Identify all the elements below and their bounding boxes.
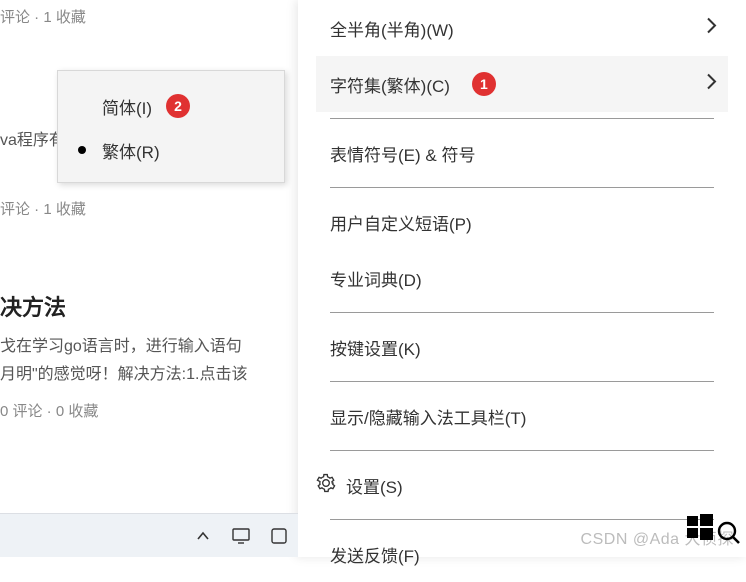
annotation-badge-2: 2 [166,94,190,118]
selected-dot-icon [78,146,86,154]
menu-item-pro-dict[interactable]: 专业词典(D) [316,250,728,306]
menu-item-toggle-toolbar[interactable]: 显示/隐藏输入法工具栏(T) [316,388,728,444]
tray-monitor-icon[interactable] [232,527,250,545]
bg-para2: 月明"的感觉呀！解决方法:1.点击该 [0,360,247,384]
windows-logo-icon[interactable] [687,514,713,545]
menu-item-settings[interactable]: 设置(S) [316,457,728,513]
chevron-right-icon [706,17,718,40]
bg-para1: 戈在学习go语言时，进行输入语句 [0,332,242,356]
submenu-item-label: 繁体(R) [102,138,160,163]
magnifier-icon [716,520,742,551]
submenu-item-simplified[interactable]: 简体(I) 2 [58,84,284,128]
menu-item-charset[interactable]: 字符集(繁体)(C) 1 [316,56,728,112]
menu-item-label: 发送反馈(F) [330,542,420,567]
chevron-right-icon [706,73,718,96]
bg-line1: va程序有 [0,126,65,150]
menu-item-key-settings[interactable]: 按键设置(K) [316,319,728,375]
menu-separator [330,381,714,382]
submenu-item-label: 简体(I) [102,94,152,119]
tray-security-icon[interactable] [270,527,288,545]
menu-separator [330,450,714,451]
annotation-badge-1: 1 [472,72,496,96]
ime-context-menu: 全半角(半角)(W) 字符集(繁体)(C) 1 表情符号(E) & 符号 用户自… [298,0,746,557]
bg-meta-top: 评论 · 1 收藏 [0,6,86,27]
taskbar [0,513,298,557]
charset-submenu: 简体(I) 2 繁体(R) [57,70,285,183]
tray-chevron-up-icon[interactable] [194,527,212,545]
submenu-item-traditional[interactable]: 繁体(R) [58,128,284,172]
menu-separator [330,118,714,119]
menu-item-label: 用户自定义短语(P) [330,210,472,235]
menu-item-label: 字符集(繁体)(C) [330,72,450,97]
menu-item-label: 设置(S) [346,473,403,498]
bg-meta-mid: 评论 · 1 收藏 [0,198,86,219]
gear-icon [316,473,336,498]
menu-item-emoji[interactable]: 表情符号(E) & 符号 [316,125,728,181]
menu-item-user-phrases[interactable]: 用户自定义短语(P) [316,194,728,250]
menu-item-label: 表情符号(E) & 符号 [330,141,475,166]
menu-item-label: 按键设置(K) [330,335,421,360]
menu-item-fullhalf[interactable]: 全半角(半角)(W) [316,0,728,56]
bg-title: 决方法 [0,290,66,322]
menu-separator [330,519,714,520]
menu-separator [330,312,714,313]
menu-item-label: 专业词典(D) [330,266,422,291]
menu-item-label: 显示/隐藏输入法工具栏(T) [330,404,526,429]
bg-meta-bottom: 0 评论 · 0 收藏 [0,400,98,421]
menu-item-label: 全半角(半角)(W) [330,16,454,41]
menu-separator [330,187,714,188]
